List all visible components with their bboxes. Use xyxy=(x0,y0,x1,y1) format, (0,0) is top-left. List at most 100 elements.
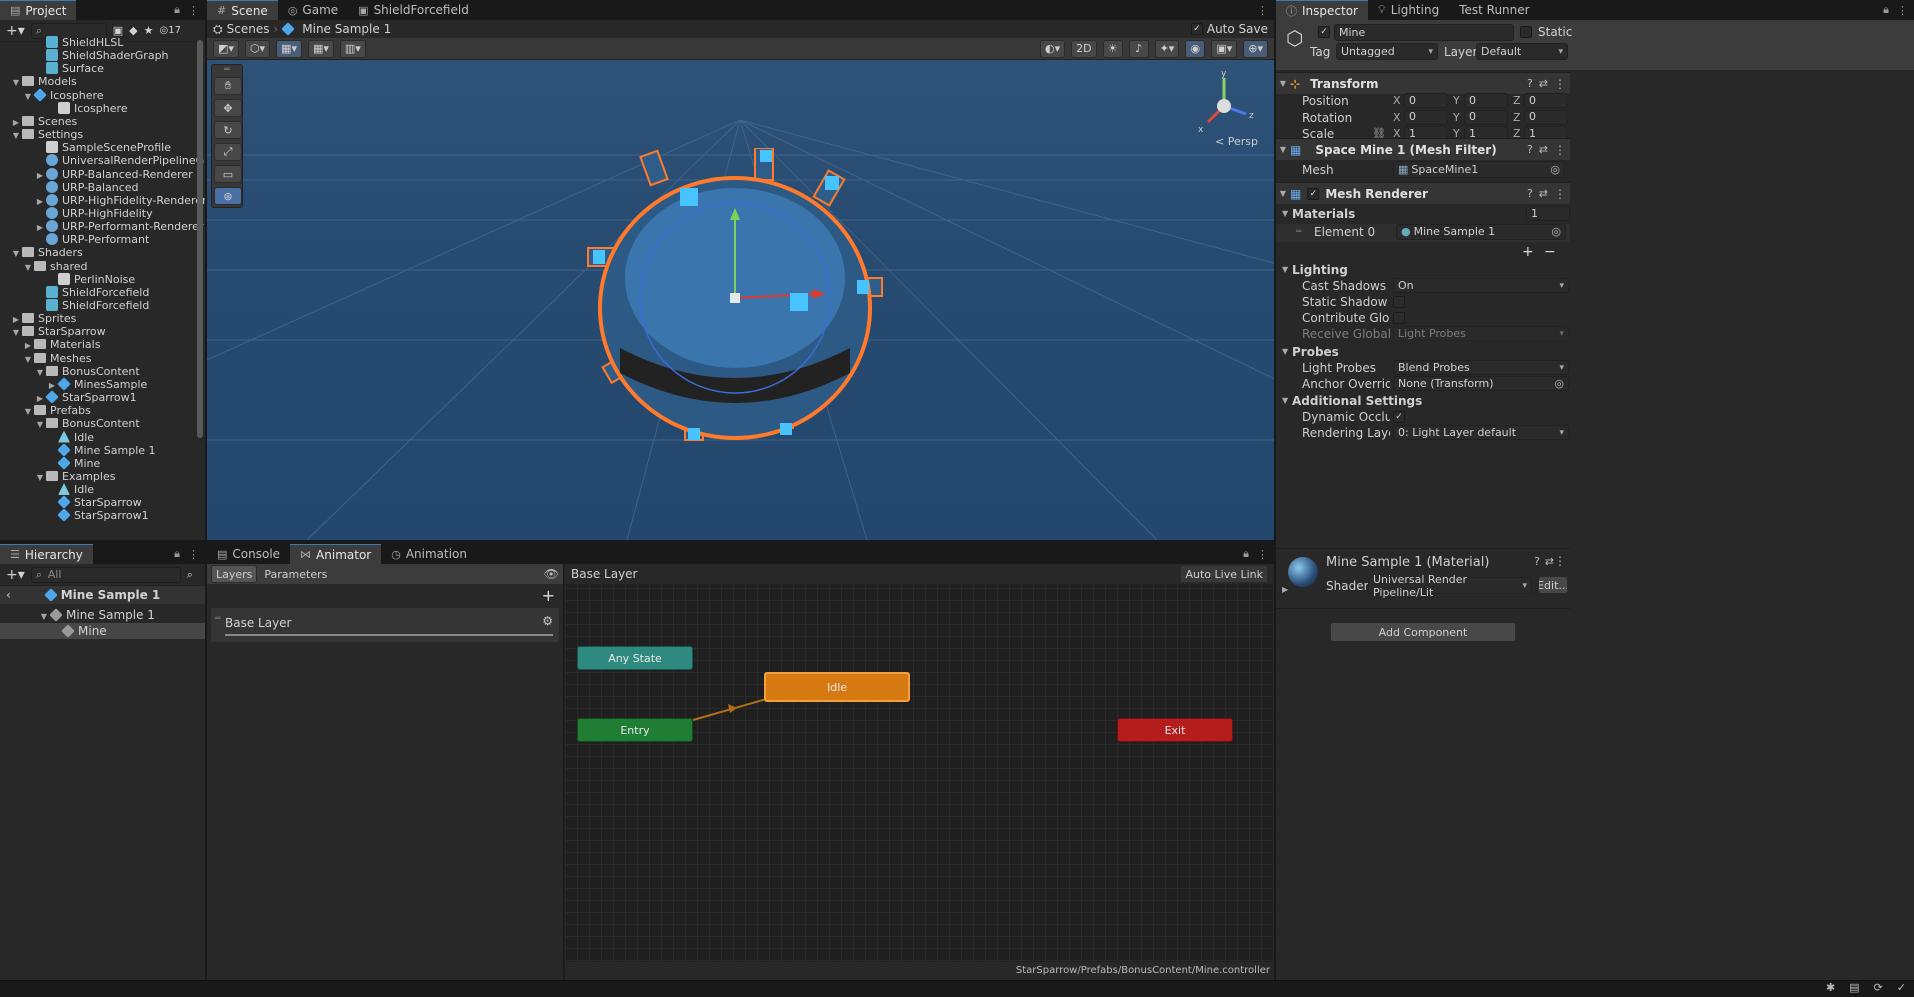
project-item[interactable]: ▶ URP-HighFidelity-Renderer xyxy=(0,193,205,208)
cast-shadows-dropdown[interactable]: On xyxy=(1393,278,1569,294)
foldout-arrow-icon[interactable]: ▼ xyxy=(1276,189,1290,198)
tab-shieldforcefield[interactable]: ▣ ShieldForcefield xyxy=(348,0,479,20)
foldout-arrow-icon[interactable]: ▼ xyxy=(1276,145,1290,154)
project-item[interactable]: ▶ Sprites xyxy=(0,312,195,326)
exit-node[interactable]: Exit xyxy=(1117,718,1233,742)
element-0-field[interactable]: ● Mine Sample 1 ◎ xyxy=(1396,224,1566,240)
help-icon[interactable]: ? xyxy=(1527,143,1533,156)
animator-graph[interactable]: Base Layer Auto Live Link Any State Idle… xyxy=(565,564,1274,980)
remove-element-button[interactable]: − xyxy=(1544,244,1556,260)
preset-icon[interactable]: ⇄ xyxy=(1539,187,1548,200)
tab-console[interactable]: ▤ Console xyxy=(207,544,290,564)
component-menu-icon[interactable]: ⋮ xyxy=(1554,187,1566,201)
progress-icon[interactable]: ⟳ xyxy=(1874,981,1883,994)
bug-icon[interactable]: ✱ xyxy=(1826,981,1835,994)
audio-toggle-icon[interactable]: ♪ xyxy=(1128,39,1149,58)
move-tool-icon[interactable]: ✥ xyxy=(214,99,242,117)
foldout-arrow-icon[interactable]: ▼ xyxy=(1276,79,1290,88)
active-checkbox[interactable]: ✓ xyxy=(1318,26,1330,38)
layers-tab[interactable]: Layers xyxy=(211,565,258,583)
tab-hierarchy[interactable]: ☰ Hierarchy xyxy=(0,544,93,564)
add-element-button[interactable]: + xyxy=(1522,244,1534,260)
project-item[interactable]: Mine xyxy=(0,456,195,471)
lock-icon[interactable]: 🔒︎ xyxy=(1243,547,1249,561)
tab-inspector[interactable]: ⓘ Inspector xyxy=(1276,0,1368,20)
breadcrumb-scenes[interactable]: Scenes xyxy=(227,22,270,36)
project-item[interactable]: Idle xyxy=(0,430,195,445)
project-item[interactable]: ▼ Examples xyxy=(0,470,195,484)
lock-icon[interactable]: 🔒︎ xyxy=(174,3,180,17)
project-item[interactable]: URP-Balanced xyxy=(0,180,195,195)
help-icon[interactable]: ? xyxy=(1527,77,1533,90)
project-item[interactable]: URP-Performant xyxy=(0,233,195,247)
mesh-field[interactable]: ▦ SpaceMine1 ◎ xyxy=(1393,161,1565,178)
additional-settings-foldout[interactable]: ▼ Additional Settings xyxy=(1276,393,1570,409)
breadcrumb-mine-sample[interactable]: Mine Sample 1 xyxy=(302,22,391,36)
object-picker-icon[interactable]: ◎ xyxy=(1550,161,1560,179)
project-scrollbar[interactable] xyxy=(197,40,203,438)
project-item[interactable]: ▼ Icosphere xyxy=(0,87,195,103)
tab-lighting[interactable]: 💡︎ Lighting xyxy=(1368,0,1449,20)
project-item[interactable]: ▼ shared xyxy=(0,260,195,274)
hierarchy-item-mine-sample[interactable]: ▼ Mine Sample 1 xyxy=(0,607,205,623)
position-x-input[interactable]: 0 xyxy=(1404,93,1448,108)
visibility-toggle-icon[interactable]: ◉ xyxy=(1185,39,1206,58)
add-layer-icon[interactable]: + xyxy=(542,586,555,605)
project-item[interactable]: ShieldHLSL xyxy=(0,36,195,50)
project-item[interactable]: ▼ Prefabs xyxy=(0,404,195,418)
rendering-layer-mask-dropdown[interactable]: 0: Light Layer default xyxy=(1393,425,1569,441)
project-item[interactable]: ▶ MinesSample xyxy=(0,377,195,392)
search-options-icon[interactable]: ⌕ xyxy=(187,568,193,582)
material-foldout-icon[interactable]: ▶ xyxy=(1282,585,1288,594)
project-item[interactable]: ▼ Shaders xyxy=(0,246,195,260)
static-checkbox[interactable] xyxy=(1520,26,1532,38)
drag-handle-icon[interactable]: ═ xyxy=(215,614,220,624)
component-menu-icon[interactable]: ⋮ xyxy=(1554,143,1566,157)
more-icon[interactable]: ⋮ xyxy=(1257,4,1268,17)
contribute-global-illumination-checkbox[interactable] xyxy=(1393,312,1405,324)
hierarchy-search-input[interactable]: All xyxy=(30,566,181,583)
more-icon[interactable]: ⋮ xyxy=(1897,4,1908,17)
project-item[interactable]: ▶ StarSparrow1 xyxy=(0,390,195,405)
tag-dropdown[interactable]: Untagged xyxy=(1336,43,1438,60)
tab-scene[interactable]: # Scene xyxy=(207,0,278,20)
component-menu-icon[interactable]: ⋮ xyxy=(1554,77,1566,91)
shading-button[interactable]: ◐▾ xyxy=(1039,39,1066,58)
foldout-arrow-icon[interactable]: ▼ xyxy=(1282,393,1288,409)
tab-animation[interactable]: ◷ Animation xyxy=(381,544,477,564)
materials-foldout[interactable]: ▼ Materials 1 xyxy=(1276,206,1570,222)
edit-shader-button[interactable]: Edit... xyxy=(1538,576,1568,594)
layer-settings-icon[interactable]: ⚙ xyxy=(542,614,553,628)
help-icon[interactable]: ? xyxy=(1527,187,1533,200)
auto-save-checkbox[interactable]: ✓ xyxy=(1190,23,1203,35)
project-item[interactable]: ▶ Materials xyxy=(0,338,195,352)
back-icon[interactable]: ‹ xyxy=(6,586,11,604)
shader-dropdown[interactable]: Universal Render Pipeline/Lit xyxy=(1368,573,1532,599)
object-name-input[interactable]: Mine xyxy=(1334,24,1514,41)
scale-tool-icon[interactable]: ⤢ xyxy=(214,143,242,161)
layer-weight-bar[interactable] xyxy=(225,634,553,636)
project-item[interactable]: Icosphere xyxy=(0,101,195,116)
project-item[interactable]: ▼ Models xyxy=(0,75,195,89)
help-icon[interactable]: ? xyxy=(1534,555,1540,568)
drag-handle-icon[interactable]: ═ xyxy=(1296,224,1301,240)
rotation-x-input[interactable]: 0 xyxy=(1404,109,1448,125)
rect-tool-icon[interactable]: ▭ xyxy=(214,165,242,183)
position-z-input[interactable]: 0 xyxy=(1524,93,1568,108)
anchor-override-field[interactable]: None (Transform) ◎ xyxy=(1393,376,1569,391)
preset-icon[interactable]: ⇄ xyxy=(1539,143,1548,156)
rotation-y-input[interactable]: 0 xyxy=(1464,109,1508,125)
project-item[interactable]: Surface xyxy=(0,62,195,76)
lighting-toggle-icon[interactable]: ☀ xyxy=(1102,39,1123,58)
gizmos-button[interactable]: ⊕▾ xyxy=(1243,39,1268,58)
tab-test-runner[interactable]: Test Runner xyxy=(1449,0,1539,20)
more-icon[interactable]: ⋮ xyxy=(188,4,199,17)
camera-button[interactable]: ▣▾ xyxy=(1211,39,1238,58)
lighting-foldout[interactable]: ▼ Lighting xyxy=(1276,262,1570,278)
project-item[interactable]: StarSparrow xyxy=(0,495,195,510)
auto-save-toggle[interactable]: ✓ Auto Save xyxy=(1190,22,1268,36)
ruler-button[interactable]: ▥▾ xyxy=(339,39,366,58)
snap-increment-button[interactable]: ▦▾ xyxy=(307,39,334,58)
preset-icon[interactable]: ⇄ xyxy=(1545,555,1554,568)
persp-label[interactable]: < Persp xyxy=(1215,135,1258,148)
